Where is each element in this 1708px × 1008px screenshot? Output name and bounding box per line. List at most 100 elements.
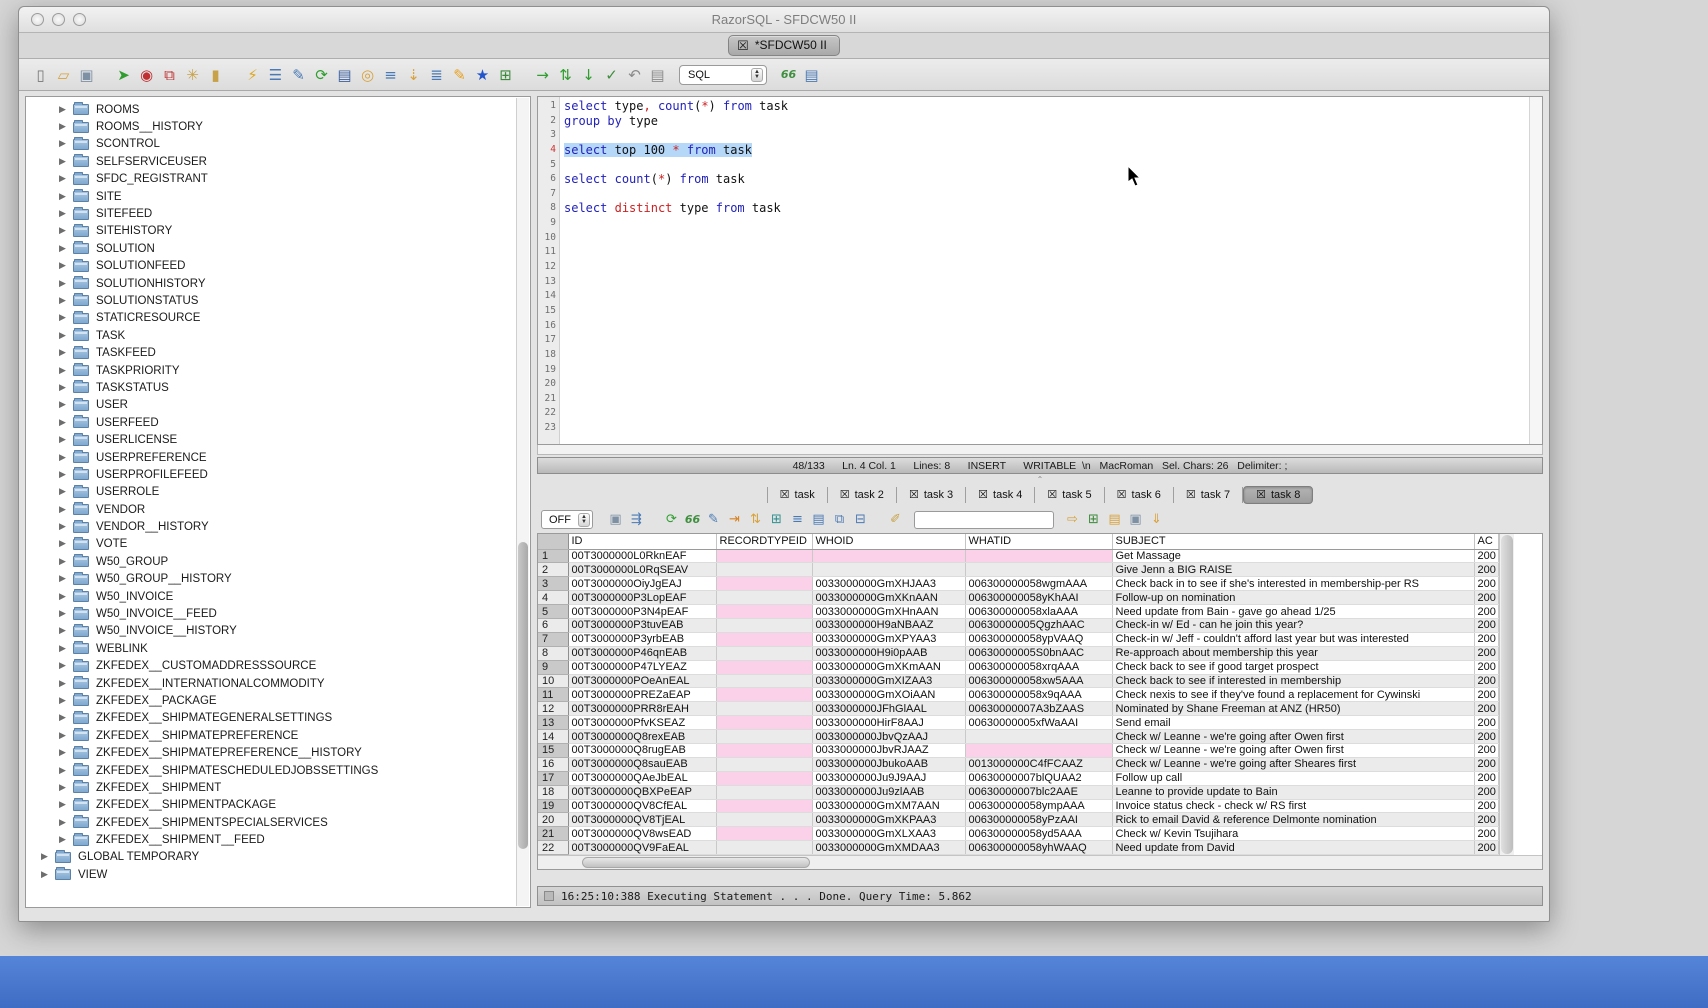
- sort-list-icon[interactable]: ⇣: [402, 64, 425, 86]
- document-tab[interactable]: ☒ *SFDCW50 II: [728, 35, 840, 56]
- new-connection-icon[interactable]: ✳: [181, 64, 204, 86]
- view-page-icon[interactable]: ▤: [808, 510, 829, 530]
- edit-sql-icon[interactable]: ✎: [448, 64, 471, 86]
- cell-whoid[interactable]: 0033000000H9aNBAAZ: [812, 618, 965, 632]
- results-horizontal-scrollbar-thumb[interactable]: [582, 857, 810, 868]
- column-header-subject[interactable]: SUBJECT: [1112, 534, 1474, 549]
- cell-whatid[interactable]: 006300000058xw5AAA: [965, 674, 1112, 688]
- tree-item-zkfedex__shipmentpackage[interactable]: ▶ZKFEDEX__SHIPMENTPACKAGE: [26, 797, 530, 814]
- save-grid-icon[interactable]: ▣: [1125, 510, 1146, 530]
- close-tab-icon[interactable]: ☒: [780, 490, 790, 500]
- expand-arrow-icon[interactable]: ▶: [58, 557, 67, 567]
- tree-item-w50_group[interactable]: ▶W50_GROUP: [26, 553, 530, 570]
- cell-whoid[interactable]: 0033000000GmXIZAA3: [812, 674, 965, 688]
- cell-whoid[interactable]: [812, 549, 965, 563]
- expand-arrow-icon[interactable]: ▶: [58, 313, 67, 323]
- cell-ac[interactable]: 200: [1474, 591, 1498, 605]
- tree-item-solutionstatus[interactable]: ▶SOLUTIONSTATUS: [26, 292, 530, 309]
- cell-recordtypeid[interactable]: [716, 549, 812, 563]
- swap-arrows-icon[interactable]: ⇅: [554, 64, 577, 86]
- execute-lightning-icon[interactable]: ⚡: [241, 64, 264, 86]
- editor-vertical-scrollbar[interactable]: [1529, 97, 1542, 444]
- close-tab-icon[interactable]: ☒: [1186, 490, 1196, 500]
- table-row[interactable]: 1800T3000000QBXPeEAP0033000000Ju9zlAAB00…: [538, 785, 1498, 799]
- expand-arrow-icon[interactable]: ▶: [58, 505, 67, 515]
- tree-scrollbar[interactable]: [516, 98, 529, 906]
- table-row[interactable]: 700T3000000P3yrbEAB0033000000GmXPYAA3006…: [538, 632, 1498, 646]
- table-row[interactable]: 2200T3000000QV9FaEAL0033000000GmXMDAA300…: [538, 841, 1498, 855]
- cell-whoid[interactable]: 0033000000GmXLXAA3: [812, 827, 965, 841]
- results-vertical-scrollbar-thumb[interactable]: [1501, 535, 1513, 854]
- cell-ac[interactable]: 200: [1474, 757, 1498, 771]
- tree-item-zkfedex__shipmentspecialservices[interactable]: ▶ZKFEDEX__SHIPMENTSPECIALSERVICES: [26, 814, 530, 831]
- code-line[interactable]: [564, 333, 1529, 348]
- cell-recordtypeid[interactable]: [716, 632, 812, 646]
- cell-recordtypeid[interactable]: [716, 605, 812, 619]
- execute-statement-icon[interactable]: →: [531, 64, 554, 86]
- expand-arrow-icon[interactable]: ▶: [58, 592, 67, 602]
- cell-id[interactable]: 00T3000000Q8rugEAB: [568, 743, 716, 757]
- cell-whatid[interactable]: [965, 549, 1112, 563]
- cell-subject[interactable]: Send email: [1112, 716, 1474, 730]
- cell-whoid[interactable]: 0033000000JFhGlAAL: [812, 702, 965, 716]
- database-icon[interactable]: ▮: [204, 64, 227, 86]
- cell-whoid[interactable]: 0033000000GmXKPAA3: [812, 813, 965, 827]
- column-header-whoid[interactable]: WHOID: [812, 534, 965, 549]
- code-line[interactable]: [564, 128, 1529, 143]
- statement-type-select[interactable]: SQL ▲▼: [679, 65, 767, 85]
- cell-recordtypeid[interactable]: [716, 688, 812, 702]
- cell-ac[interactable]: 200: [1474, 632, 1498, 646]
- list-icon[interactable]: ≡: [379, 64, 402, 86]
- expand-arrow-icon[interactable]: ▶: [58, 539, 67, 549]
- cell-id[interactable]: 00T3000000PREZaEAP: [568, 688, 716, 702]
- tree-item-sitehistory[interactable]: ▶SITEHISTORY: [26, 223, 530, 240]
- view-glasses-icon[interactable]: 66: [682, 510, 703, 530]
- log-page-icon[interactable]: ▤: [646, 64, 669, 86]
- table-row[interactable]: 100T3000000L0RknEAFGet Massage200: [538, 549, 1498, 563]
- tree-item-zkfedex__shipmategeneralsettings[interactable]: ▶ZKFEDEX__SHIPMATEGENERALSETTINGS: [26, 710, 530, 727]
- splitter-handle[interactable]: ⌃: [537, 474, 1543, 484]
- tree-item-taskstatus[interactable]: ▶TASKSTATUS: [26, 379, 530, 396]
- editor-horizontal-scrollbar[interactable]: [537, 445, 1543, 455]
- tree-item-userprofilefeed[interactable]: ▶USERPROFILEFEED: [26, 466, 530, 483]
- undo-icon[interactable]: ↶: [623, 64, 646, 86]
- result-list-icon[interactable]: ▤: [800, 64, 823, 86]
- table-row[interactable]: 1100T3000000PREZaEAP0033000000GmXOiAAN00…: [538, 688, 1498, 702]
- table-copy-icon[interactable]: ⊟: [850, 510, 871, 530]
- cell-id[interactable]: 00T3000000P3LopEAF: [568, 591, 716, 605]
- code-line[interactable]: group by type: [564, 114, 1529, 129]
- column-header-ac[interactable]: AC: [1474, 534, 1498, 549]
- cell-ac[interactable]: 200: [1474, 813, 1498, 827]
- cell-ac[interactable]: 200: [1474, 743, 1498, 757]
- result-tab-task-2[interactable]: ☒task 2: [828, 487, 897, 503]
- close-tab-icon[interactable]: ☒: [1256, 490, 1266, 500]
- result-tab-task[interactable]: ☒task: [767, 487, 828, 503]
- results-filter-input[interactable]: [914, 511, 1054, 529]
- cell-subject[interactable]: Give Jenn a BIG RAISE: [1112, 563, 1474, 577]
- traffic-lights[interactable]: [31, 13, 86, 26]
- expand-arrow-icon[interactable]: ▶: [58, 400, 67, 410]
- tree-item-vote[interactable]: ▶VOTE: [26, 536, 530, 553]
- cell-whoid[interactable]: 0033000000GmXHJAA3: [812, 577, 965, 591]
- tree-item-userlicense[interactable]: ▶USERLICENSE: [26, 431, 530, 448]
- fetch-down-icon[interactable]: ↓: [577, 64, 600, 86]
- cell-subject[interactable]: Check-in w/ Jeff - couldn't afford last …: [1112, 632, 1474, 646]
- refresh-table-icon[interactable]: ⊞: [766, 510, 787, 530]
- tree-item-w50_group__history[interactable]: ▶W50_GROUP__HISTORY: [26, 571, 530, 588]
- cell-whatid[interactable]: 006300000058xlaAAA: [965, 605, 1112, 619]
- disconnect-database-icon[interactable]: ◉: [135, 64, 158, 86]
- close-tab-icon[interactable]: ☒: [737, 40, 749, 51]
- cell-recordtypeid[interactable]: [716, 577, 812, 591]
- book-icon[interactable]: ▤: [333, 64, 356, 86]
- cell-subject[interactable]: Check nexis to see if they've found a re…: [1112, 688, 1474, 702]
- result-tab-task-4[interactable]: ☒task 4: [966, 487, 1035, 503]
- cell-subject[interactable]: Check back in to see if she's interested…: [1112, 577, 1474, 591]
- cell-whatid[interactable]: 00630000007A3bZAAS: [965, 702, 1112, 716]
- cell-whoid[interactable]: 0033000000GmXOiAAN: [812, 688, 965, 702]
- refresh-results-icon[interactable]: ⟳: [661, 510, 682, 530]
- cell-recordtypeid[interactable]: [716, 771, 812, 785]
- expand-arrow-icon[interactable]: ▶: [58, 244, 67, 254]
- code-line[interactable]: [564, 392, 1529, 407]
- expand-arrow-icon[interactable]: ▶: [58, 122, 67, 132]
- cell-ac[interactable]: 200: [1474, 577, 1498, 591]
